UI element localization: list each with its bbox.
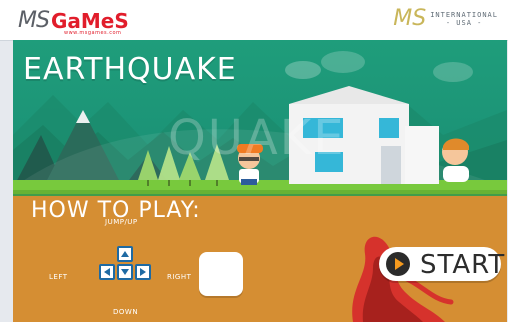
grass-shadow [13, 190, 507, 196]
controls-diagram: JUMP/UP LEFT RIGHT DOWN [27, 218, 207, 322]
character-right [442, 138, 469, 182]
character-pants [241, 179, 257, 185]
jump-up-label: JUMP/UP [105, 218, 138, 226]
game-page: MS GaMeS www.msgames.com MS INTERNATIONA… [0, 0, 508, 322]
ms-logo-text: MS [18, 8, 50, 33]
usa-text: - USA - [445, 19, 483, 27]
arrow-down-icon [121, 269, 129, 275]
ms-international-logo[interactable]: MS INTERNATIONAL - USA - [393, 6, 498, 32]
play-icon [386, 252, 410, 276]
site-header: MS GaMeS www.msgames.com MS INTERNATIONA… [0, 0, 508, 41]
house-door [381, 146, 401, 184]
left-label: LEFT [49, 273, 68, 281]
house-annex [405, 126, 439, 184]
cloud [433, 62, 473, 82]
arrow-up-key [117, 246, 133, 262]
character-body [443, 166, 469, 182]
arrow-right-key [135, 264, 151, 280]
start-label: START [420, 249, 506, 280]
right-label: RIGHT [167, 273, 192, 281]
game-title-watermark: QUAKE [168, 110, 346, 166]
arrow-left-key [99, 264, 115, 280]
arrow-down-key [117, 264, 133, 280]
logo-tagline: www.msgames.com [64, 30, 122, 36]
down-label: DOWN [113, 308, 139, 316]
cloud [321, 51, 365, 73]
game-stage[interactable]: EARTHQUAKE QUAKE HOW TO PLAY: JUMP/UP LE… [13, 40, 507, 322]
cloud [285, 61, 321, 79]
games-logo-text: GaMeS [50, 9, 129, 33]
arrow-left-icon [104, 268, 110, 276]
game-title: EARTHQUAKE [23, 52, 237, 87]
arrow-up-icon [121, 251, 129, 257]
tree-trunk [147, 180, 149, 186]
house-window [379, 118, 399, 138]
arrow-right-icon [140, 268, 146, 276]
house-roof [289, 86, 409, 104]
tree-trunk [168, 180, 170, 186]
international-text: INTERNATIONAL [430, 11, 498, 19]
ms-international-mark: MS [393, 6, 427, 31]
international-text-block: INTERNATIONAL - USA - [430, 11, 498, 27]
msgames-logo[interactable]: MS GaMeS www.msgames.com [18, 6, 129, 37]
tree-trunk [189, 180, 191, 186]
mouse-control-card [199, 252, 243, 296]
start-button[interactable]: START [379, 247, 504, 281]
tree-trunk [216, 180, 218, 186]
mountain-snow [76, 110, 90, 123]
